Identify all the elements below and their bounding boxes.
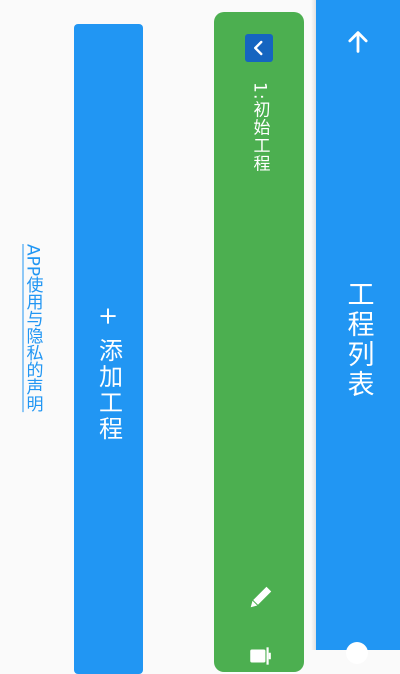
chevron-left-icon-svg [254,40,263,56]
project-card[interactable]: 1:初始工程 [214,12,304,672]
arrow-up-icon[interactable] [342,26,374,58]
add-project-button[interactable]: + 添加工程 [74,24,143,674]
pencil-icon-svg [250,586,272,608]
arrow-up-icon-svg [348,31,368,53]
pencil-icon[interactable] [244,582,276,614]
app-bar-title: 工程列表 [342,280,374,400]
app-bar-title-wrap: 工程列表 [316,280,400,400]
privacy-statement-link[interactable]: APP使用与隐私的声明 [23,244,43,412]
app-bar: 工程列表 [316,0,400,664]
privacy-statement-link-wrap: APP使用与隐私的声明 [14,244,50,412]
project-name: 1:初始工程 [249,82,270,173]
add-project-label-wrap: + 添加工程 [74,306,143,442]
trash-icon-svg [250,647,271,665]
project-name-wrap: 1:初始工程 [214,82,304,173]
add-project-label: + 添加工程 [94,306,123,442]
trash-icon[interactable] [244,640,276,672]
app-bar-bottom-icon [346,642,368,664]
chevron-left-icon[interactable] [245,34,273,62]
